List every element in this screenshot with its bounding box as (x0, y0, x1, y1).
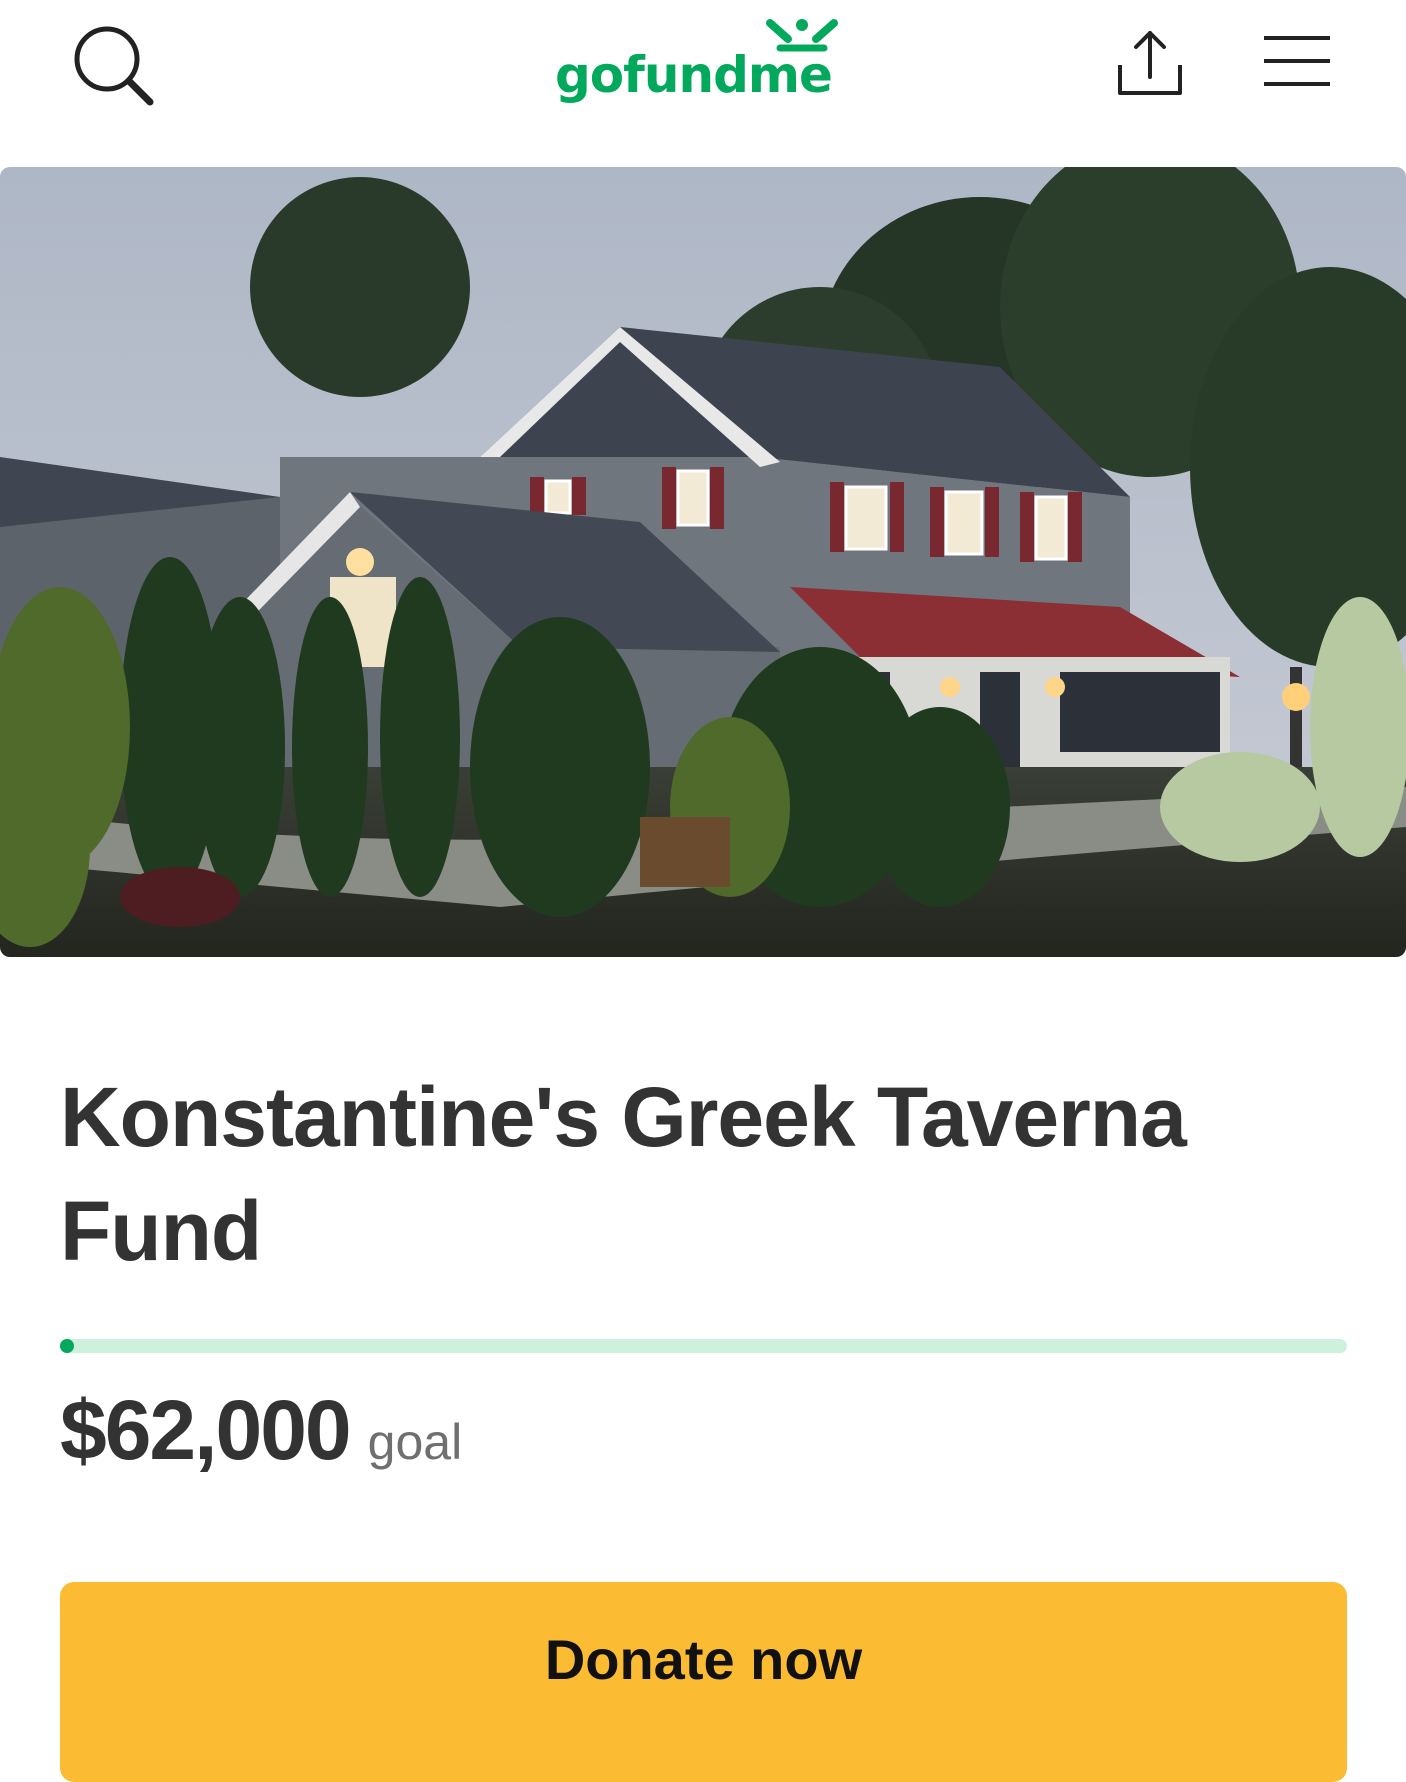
donate-now-button[interactable]: Donate now (60, 1582, 1347, 1782)
donation-progress-fill (60, 1339, 74, 1353)
restaurant-photo (0, 167, 1406, 957)
search-button[interactable] (70, 22, 160, 112)
donation-progress-bar (60, 1339, 1347, 1353)
goal-summary: $62,000 goal (60, 1382, 462, 1479)
share-icon (1118, 31, 1182, 95)
gofundme-logo[interactable]: gofundme (555, 15, 855, 110)
campaign-hero-image (0, 167, 1406, 957)
search-icon (74, 26, 154, 106)
goal-amount: $62,000 (60, 1383, 352, 1477)
hamburger-menu-icon (1264, 36, 1330, 86)
menu-button[interactable] (1262, 33, 1332, 89)
goal-label: goal (367, 1414, 463, 1470)
logo-wordmark: gofundme (555, 46, 833, 104)
share-button[interactable] (1112, 25, 1188, 101)
campaign-title: Konstantine's Greek Taverna Fund (60, 1070, 1187, 1278)
donate-button-label: Donate now (544, 1628, 863, 1691)
top-navigation-bar: gofundme (0, 0, 1406, 150)
